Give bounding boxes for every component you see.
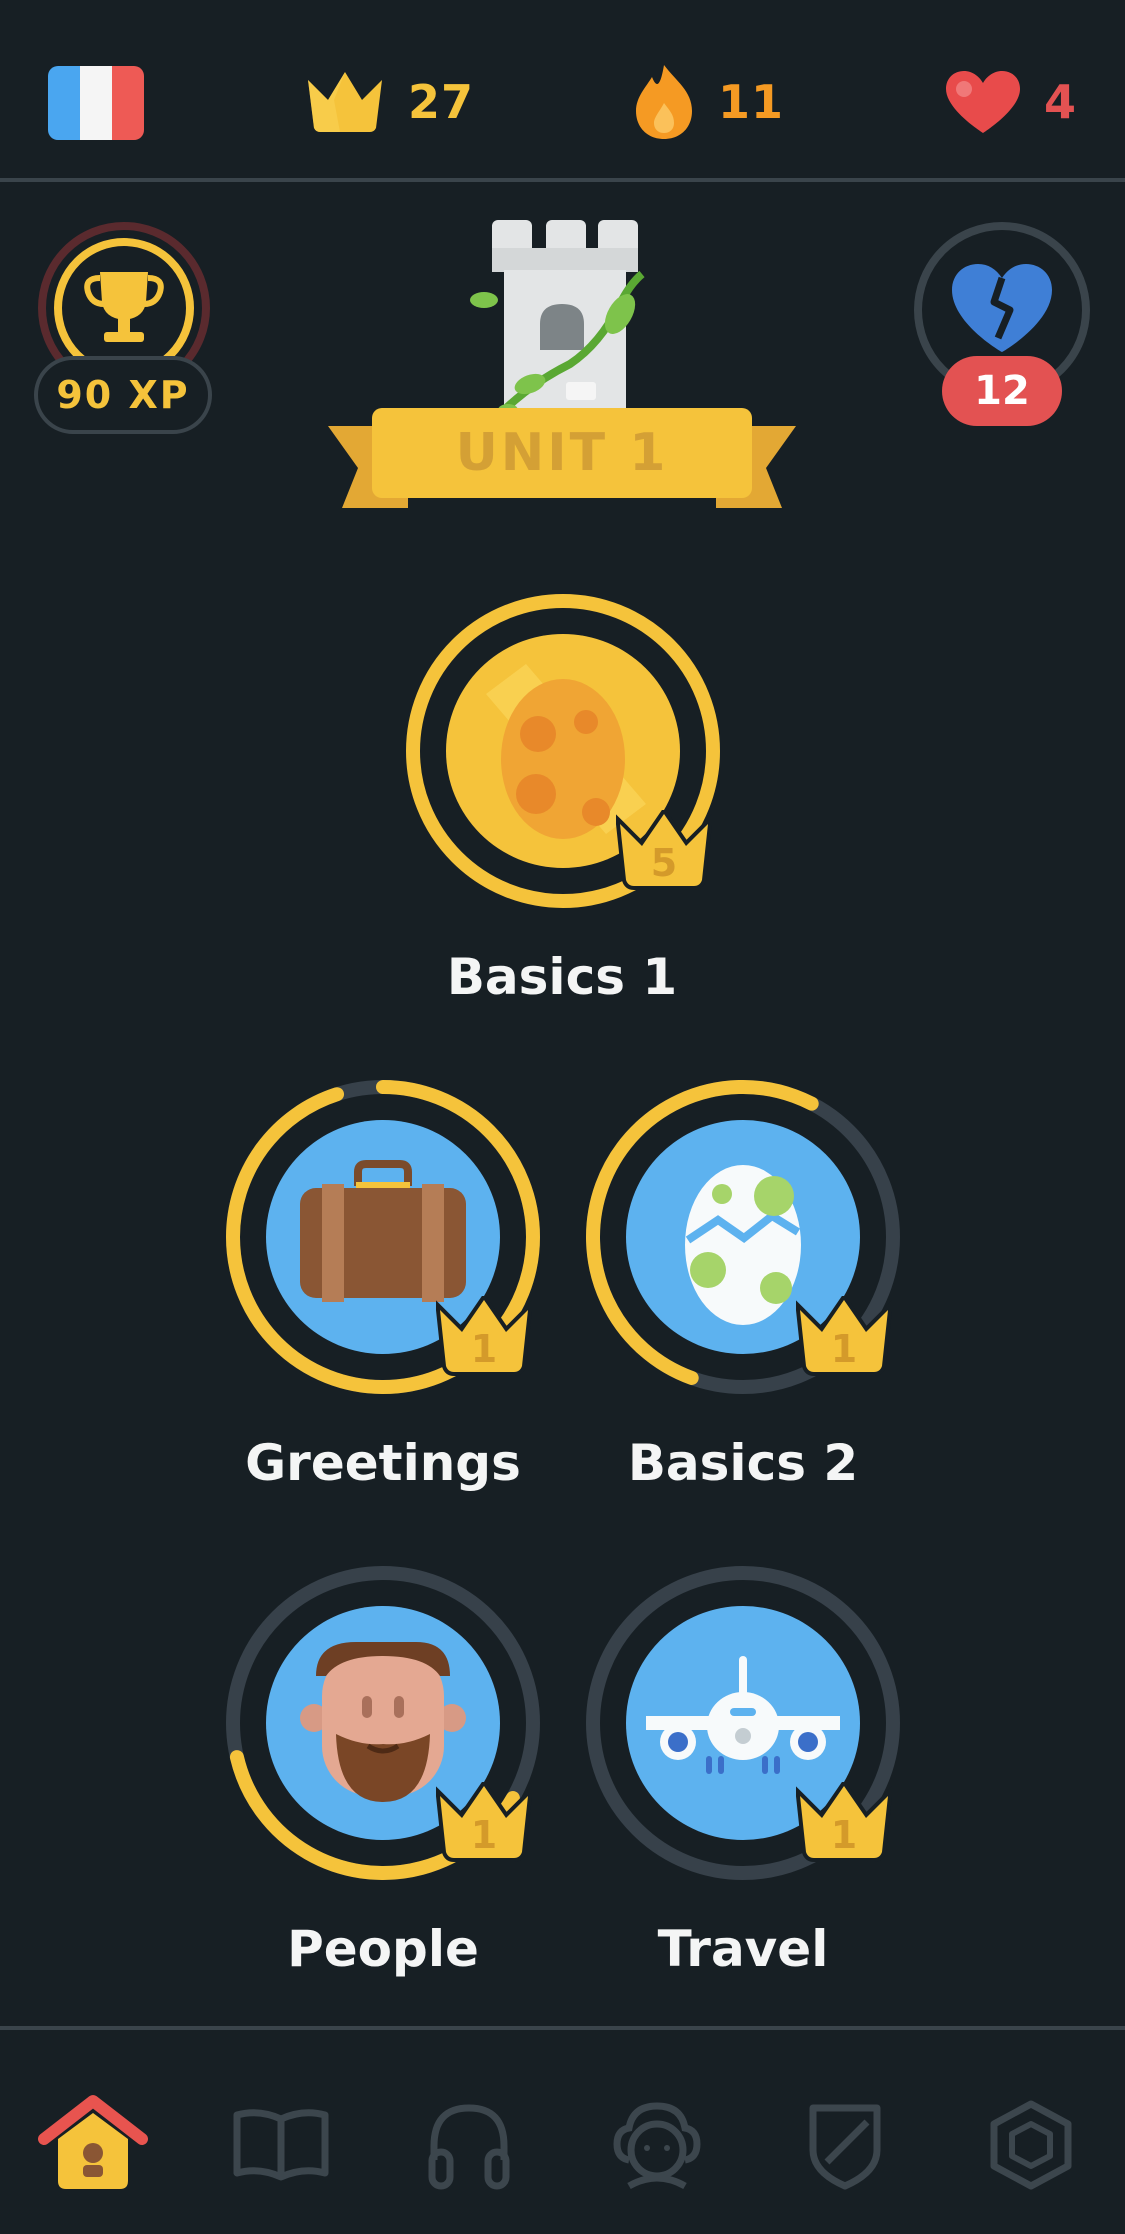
nav-profile[interactable] [602, 2090, 712, 2200]
top-divider [0, 178, 1125, 182]
unit-label-plate: UNIT 1 [372, 408, 752, 498]
broken-heart-badge[interactable]: 12 [912, 220, 1092, 430]
flame-icon [636, 65, 692, 139]
nav-stories[interactable] [226, 2090, 336, 2200]
nav-shop[interactable] [976, 2090, 1086, 2200]
bottom-divider [0, 2026, 1125, 2030]
crown-level-badge: 1 [436, 1782, 532, 1862]
broken-heart-count-pill: 12 [942, 356, 1062, 426]
nav-home[interactable] [38, 2090, 148, 2200]
crown-level-badge: 5 [616, 810, 712, 890]
hexagon-shop-icon [990, 2100, 1072, 2190]
crown-level-badge: 1 [796, 1296, 892, 1376]
stories-book-icon [233, 2109, 329, 2181]
crown-level: 1 [831, 1327, 857, 1371]
skill-travel[interactable]: 1 [584, 1564, 902, 1882]
crown-level-badge: 1 [436, 1296, 532, 1376]
castle-icon [470, 220, 645, 414]
heart-icon [946, 71, 1020, 133]
course-flag-button[interactable] [48, 66, 144, 140]
crown-level: 1 [471, 1813, 497, 1857]
xp-trophy-badge[interactable]: 90 XP [34, 218, 214, 438]
unit-label: UNIT 1 [455, 423, 669, 483]
hearts-counter[interactable]: 4 [944, 62, 1077, 142]
french-flag-icon [48, 66, 144, 140]
home-icon [38, 2095, 148, 2189]
crown-icon [308, 72, 382, 132]
skill-greetings[interactable]: 1 [224, 1078, 542, 1396]
skill-label-travel: Travel [657, 1920, 829, 1978]
headphones-icon [428, 2104, 510, 2190]
skill-label-basics-2: Basics 2 [627, 1434, 859, 1492]
streak-counter[interactable]: 11 [632, 62, 784, 142]
broken-heart-icon [952, 264, 1052, 352]
trophy-icon [84, 272, 164, 342]
nav-listening[interactable] [414, 2090, 524, 2200]
crown-level: 5 [651, 841, 677, 885]
skill-basics-2[interactable]: 1 [584, 1078, 902, 1396]
streak-count: 11 [718, 75, 785, 129]
xp-pill: 90 XP [34, 356, 212, 434]
hearts-count: 4 [1044, 75, 1078, 129]
crowns-count: 27 [408, 75, 475, 129]
xp-label: 90 XP [56, 373, 190, 417]
crowns-counter[interactable]: 27 [304, 62, 474, 142]
crown-level: 1 [471, 1327, 497, 1371]
skill-label-people: People [287, 1920, 479, 1978]
crown-level: 1 [831, 1813, 857, 1857]
broken-heart-count: 12 [974, 368, 1030, 414]
profile-avatar-icon [613, 2102, 701, 2190]
top-bar: 27 11 4 [0, 0, 1125, 182]
skill-label-basics-1: Basics 1 [446, 948, 678, 1006]
crown-level-badge: 1 [796, 1782, 892, 1862]
unit-banner: UNIT 1 [324, 408, 800, 508]
nav-leagues[interactable] [790, 2090, 900, 2200]
skill-basics-1[interactable]: 5 [404, 592, 722, 922]
league-shield-icon [809, 2104, 881, 2190]
skill-people[interactable]: 1 [224, 1564, 542, 1882]
skill-label-greetings: Greetings [245, 1434, 521, 1492]
